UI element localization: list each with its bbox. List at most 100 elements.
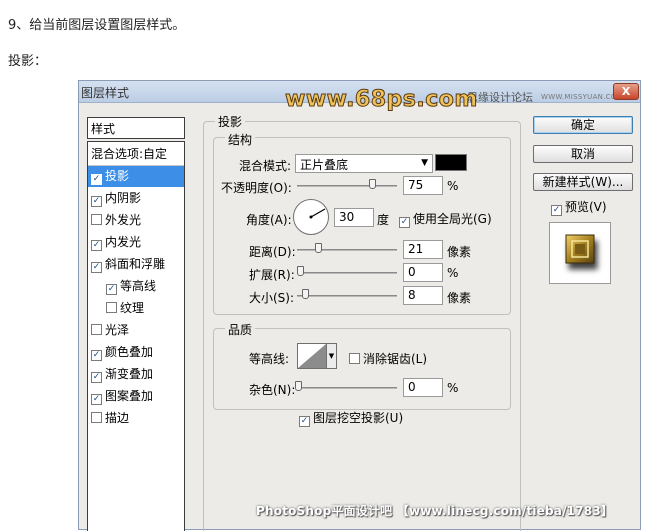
angle-input[interactable]: 30	[334, 208, 374, 227]
checked-box-icon[interactable]: ✓	[91, 394, 102, 405]
style-item-label: 内发光	[105, 235, 142, 249]
angle-needle-icon	[309, 208, 326, 219]
style-item[interactable]: ✓ 等高线	[88, 276, 184, 297]
unchecked-box-icon[interactable]	[91, 214, 102, 225]
unchecked-box-icon[interactable]	[91, 412, 102, 423]
noise-unit: %	[447, 381, 459, 395]
preview-label: 预览(V)	[565, 200, 607, 214]
checked-box-icon[interactable]: ✓	[91, 372, 102, 383]
checked-box-icon[interactable]: ✓	[91, 174, 102, 185]
spread-unit: %	[447, 266, 459, 280]
style-item-label: 斜面和浮雕	[105, 257, 166, 271]
spread-label: 扩展(R):	[249, 268, 295, 282]
checked-box-icon[interactable]: ✓	[91, 196, 102, 207]
distance-label: 距离(D):	[249, 245, 296, 259]
dropdown-arrow-icon: ▼	[421, 158, 428, 168]
contour-dropdown-icon[interactable]: ▼	[327, 343, 337, 369]
style-item-label: 投影	[105, 169, 130, 183]
style-item[interactable]: ✓ 颜色叠加	[88, 342, 184, 363]
styles-header[interactable]: 样式	[87, 117, 185, 139]
spread-slider[interactable]	[297, 272, 397, 274]
blend-mode-value: 正片叠底	[300, 158, 349, 172]
size-slider-thumb[interactable]	[302, 289, 309, 299]
noise-slider-thumb[interactable]	[295, 381, 302, 391]
ok-button[interactable]: 确定	[533, 116, 633, 134]
blend-mode-select[interactable]: 正片叠底 ▼	[295, 154, 433, 173]
distance-slider-thumb[interactable]	[315, 243, 322, 253]
site-url: WWW.MISSYUAN.COM	[541, 93, 624, 101]
opacity-unit: %	[447, 179, 459, 193]
size-slider[interactable]	[297, 295, 397, 297]
contour-picker[interactable]	[297, 343, 327, 369]
checked-box-icon[interactable]: ✓	[91, 240, 102, 251]
global-light-label: 使用全局光(G)	[413, 212, 492, 226]
quality-title: 品质	[225, 321, 256, 338]
style-item-label: 渐变叠加	[105, 367, 154, 381]
unchecked-box-icon[interactable]	[106, 302, 117, 313]
checked-box-icon[interactable]: ✓	[91, 262, 102, 273]
unchecked-box-icon[interactable]	[91, 324, 102, 335]
distance-input[interactable]: 21	[403, 240, 443, 259]
style-item-label: 混合选项:自定	[91, 147, 168, 161]
watermark-logo: www.68ps.com	[285, 87, 478, 113]
global-light-checkbox[interactable]: ✓ 使用全局光(G)	[399, 210, 492, 228]
antialias-checkbox[interactable]: 消除锯齿(L)	[349, 350, 427, 367]
style-item-label: 内阴影	[105, 191, 142, 205]
style-item-label: 颜色叠加	[105, 345, 154, 359]
checked-box-icon[interactable]: ✓	[106, 284, 117, 295]
preview-swatch-icon	[565, 234, 595, 264]
size-input[interactable]: 8	[403, 286, 443, 305]
noise-label: 杂色(N):	[249, 383, 296, 397]
preview-checkbox[interactable]: ✓ 预览(V)	[551, 198, 607, 216]
intro-step-text: 9、给当前图层设置图层样式。	[8, 18, 186, 33]
style-item[interactable]: ✓ 斜面和浮雕	[88, 254, 184, 275]
style-preview-thumbnail	[549, 222, 611, 284]
style-item[interactable]: 描边	[88, 408, 184, 429]
style-item-label: 光泽	[105, 323, 130, 337]
shadow-color-swatch[interactable]	[435, 154, 467, 171]
preview-check-icon: ✓	[551, 205, 562, 216]
style-item[interactable]: 外发光	[88, 210, 184, 231]
distance-slider[interactable]	[297, 249, 397, 251]
knockout-checkbox[interactable]: ✓ 图层挖空投影(U)	[299, 409, 403, 427]
footer-watermark: PhotoShop平面设计吧 【www.linecg.com/tieba/178…	[256, 504, 614, 518]
close-button[interactable]: X	[613, 83, 639, 100]
distance-unit: 像素	[447, 245, 472, 259]
global-light-check-icon: ✓	[399, 217, 410, 228]
style-item-label: 等高线	[120, 279, 157, 293]
noise-slider[interactable]	[297, 387, 397, 389]
style-item[interactable]: ✓ 内阴影	[88, 188, 184, 209]
style-item[interactable]: 光泽	[88, 320, 184, 341]
style-item[interactable]: ✓ 内发光	[88, 232, 184, 253]
antialias-check-icon	[349, 353, 360, 364]
style-item[interactable]: 混合选项:自定	[88, 144, 184, 165]
angle-label: 角度(A):	[246, 213, 292, 227]
style-item[interactable]: ✓ 图案叠加	[88, 386, 184, 407]
style-item[interactable]: ✓ 渐变叠加	[88, 364, 184, 385]
checked-box-icon[interactable]: ✓	[91, 350, 102, 361]
spread-input[interactable]: 0	[403, 263, 443, 282]
style-item-label: 图案叠加	[105, 389, 154, 403]
noise-input[interactable]: 0	[403, 378, 443, 397]
contour-curve-icon	[298, 344, 326, 368]
size-unit: 像素	[447, 291, 472, 305]
styles-list: 混合选项:自定 ✓ 投影 ✓ 内阴影 外发光 ✓ 内发光 ✓ 斜面和浮雕 ✓ 等高线 纹理 光泽 ✓ 颜色叠加…	[87, 141, 185, 531]
style-item[interactable]: ✓ 投影	[88, 166, 184, 187]
opacity-input[interactable]: 75	[403, 176, 443, 195]
style-item-label: 外发光	[105, 213, 142, 227]
opacity-slider-thumb[interactable]	[369, 179, 376, 189]
spread-slider-thumb[interactable]	[297, 266, 304, 276]
style-item[interactable]: 纹理	[88, 298, 184, 319]
style-item-label: 描边	[105, 411, 130, 425]
cancel-button[interactable]: 取消	[533, 145, 633, 163]
angle-dial[interactable]	[293, 199, 329, 235]
dialog-title: 图层样式	[81, 86, 130, 100]
blend-mode-label: 混合模式:	[239, 159, 292, 173]
size-label: 大小(S):	[249, 291, 295, 305]
layer-style-dialog: 图层样式 思缘设计论坛 WWW.MISSYUAN.COM X www.68ps.…	[78, 80, 641, 531]
opacity-slider[interactable]	[297, 185, 397, 187]
contour-label: 等高线:	[249, 352, 290, 366]
knockout-label: 图层挖空投影(U)	[313, 411, 404, 425]
knockout-check-icon: ✓	[299, 416, 310, 427]
new-style-button[interactable]: 新建样式(W)...	[533, 173, 633, 191]
